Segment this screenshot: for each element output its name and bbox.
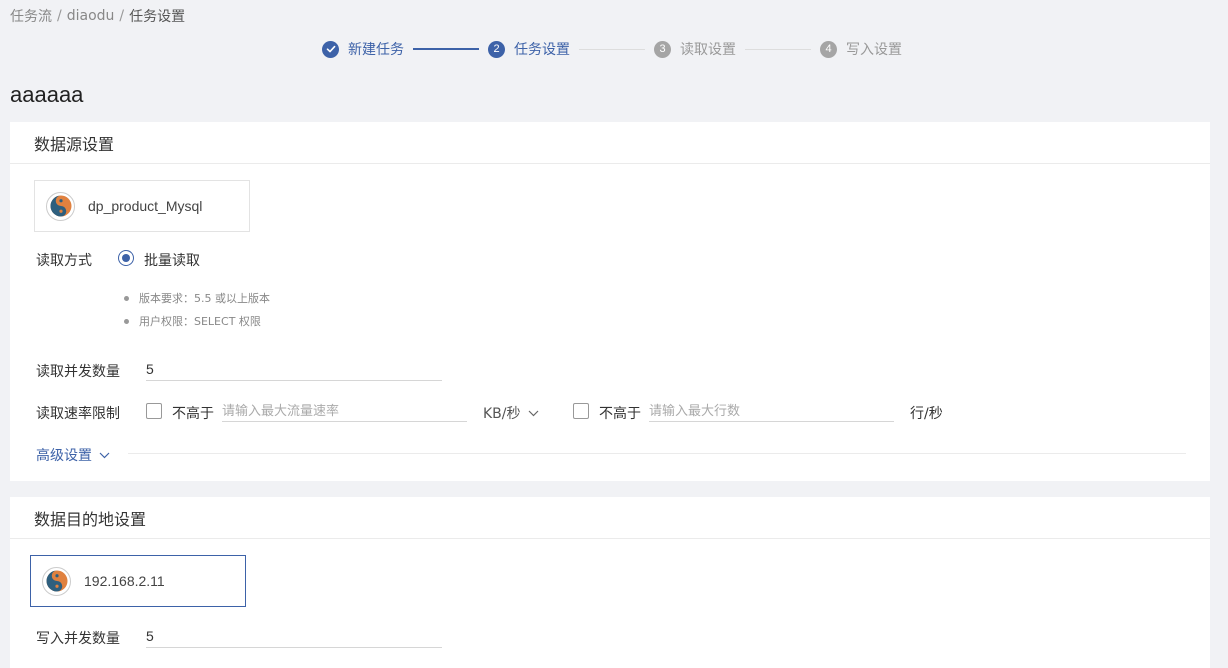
flow-limit-not-above-label: 不高于 (172, 406, 214, 422)
source-settings-header: 数据源设置 (10, 122, 1210, 164)
step-read-settings: 3 读取设置 (654, 39, 736, 59)
batch-read-radio[interactable] (118, 250, 134, 266)
chevron-down-icon (99, 452, 110, 459)
target-settings-card: 数据目的地设置 192.168.2.11 写入并发数量 (10, 497, 1210, 668)
target-settings-header: 数据目的地设置 (10, 497, 1210, 539)
check-icon (322, 40, 339, 58)
target-datasource-card[interactable]: 192.168.2.11 (30, 555, 246, 607)
step-number: 2 (488, 40, 505, 58)
advanced-settings-label: 高级设置 (36, 448, 92, 464)
note-version-text: 版本要求：5.5 或以上版本 (139, 292, 270, 305)
radio-dot (122, 254, 130, 262)
write-concurrency-input[interactable] (146, 624, 442, 648)
max-rows-input[interactable] (649, 398, 894, 422)
source-settings-card: 数据源设置 dp_product_Mysql 读取方式 批量读取 版本要求：5.… (10, 122, 1210, 481)
step-connector (413, 48, 479, 50)
source-datasource-card[interactable]: dp_product_Mysql (34, 180, 250, 232)
step-number: 3 (654, 40, 671, 58)
breadcrumb-separator: / (119, 8, 125, 24)
mysql-database-icon (46, 191, 75, 221)
breadcrumb: 任务流 / diaodu / 任务设置 (10, 6, 185, 26)
source-datasource-name: dp_product_Mysql (88, 198, 203, 214)
target-datasource-name: 192.168.2.11 (84, 573, 165, 589)
max-flow-rate-input[interactable] (222, 398, 467, 422)
advanced-settings-toggle[interactable]: 高级设置 (36, 445, 110, 465)
note-permission-text: 用户权限：SELECT 权限 (139, 315, 261, 328)
step-connector (745, 48, 811, 50)
mysql-database-icon (42, 566, 71, 596)
breadcrumb-separator: / (57, 8, 62, 24)
step-progress: 新建任务 2 任务设置 3 读取设置 4 写入设置 (322, 39, 902, 59)
breadcrumb-item-current: 任务设置 (129, 9, 186, 25)
step-label: 任务设置 (514, 42, 570, 58)
flow-limit-checkbox[interactable] (146, 403, 162, 419)
step-label: 读取设置 (680, 42, 736, 58)
step-label: 写入设置 (846, 42, 902, 58)
step-write-settings: 4 写入设置 (820, 39, 902, 59)
read-concurrency-input[interactable] (146, 357, 442, 381)
read-concurrency-label: 读取并发数量 (36, 364, 120, 380)
step-number: 4 (820, 40, 837, 58)
rows-limit-checkbox[interactable] (573, 403, 589, 419)
write-concurrency-label: 写入并发数量 (36, 631, 120, 647)
step-label: 新建任务 (348, 42, 404, 58)
page-title: aaaaaa (10, 82, 84, 107)
step-connector (579, 48, 645, 50)
read-rate-limit-label: 读取速率限制 (36, 406, 120, 422)
breadcrumb-item-diaodu[interactable]: diaodu (67, 8, 115, 24)
breadcrumb-item-taskflow[interactable]: 任务流 (10, 6, 52, 26)
note-permission: 用户权限：SELECT 权限 (124, 313, 261, 329)
flow-unit-select[interactable]: KB/秒 (483, 403, 539, 423)
step-task-settings: 2 任务设置 (488, 39, 570, 59)
rows-limit-not-above-label: 不高于 (599, 406, 641, 422)
bullet-icon (124, 318, 129, 324)
advanced-divider (128, 453, 1186, 454)
step-new-task: 新建任务 (322, 39, 404, 59)
batch-read-label[interactable]: 批量读取 (144, 250, 200, 270)
flow-unit-value: KB/秒 (483, 406, 521, 422)
note-version: 版本要求：5.5 或以上版本 (124, 290, 270, 306)
rows-unit-label: 行/秒 (910, 406, 943, 422)
bullet-icon (124, 295, 129, 301)
chevron-down-icon (528, 410, 539, 417)
read-mode-label: 读取方式 (36, 253, 92, 269)
